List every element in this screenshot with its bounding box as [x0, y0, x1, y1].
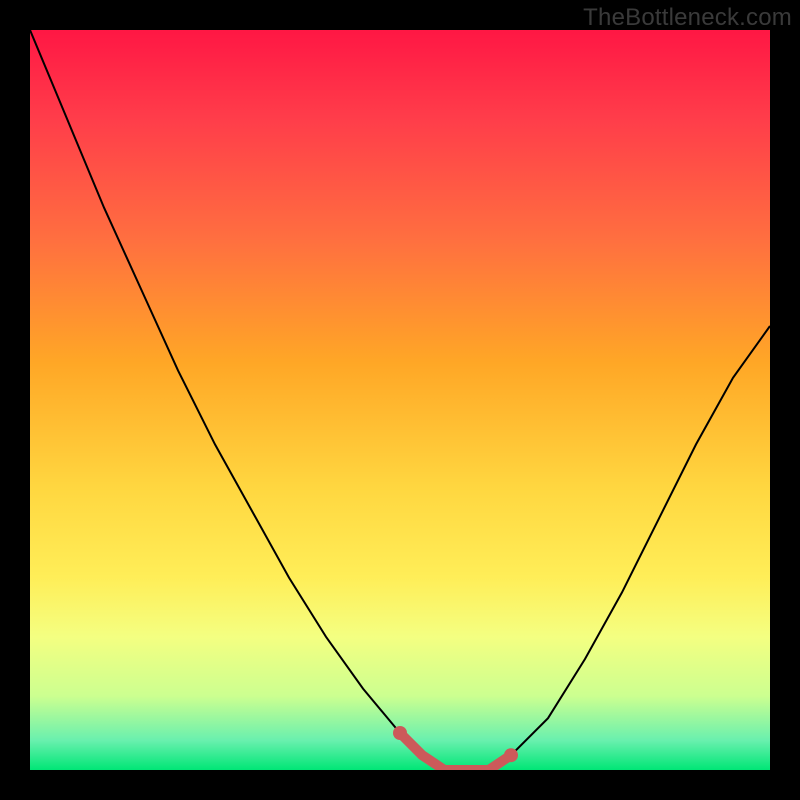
optimal-zone-end-marker [393, 726, 407, 740]
optimal-zone-end-marker [504, 748, 518, 762]
bottleneck-curve-line [30, 30, 770, 770]
bottleneck-curve-svg [30, 30, 770, 770]
optimal-zone-band [400, 733, 511, 770]
watermark-text: TheBottleneck.com [583, 4, 792, 32]
chart-frame: TheBottleneck.com [0, 0, 800, 800]
chart-plot-area [30, 30, 770, 770]
